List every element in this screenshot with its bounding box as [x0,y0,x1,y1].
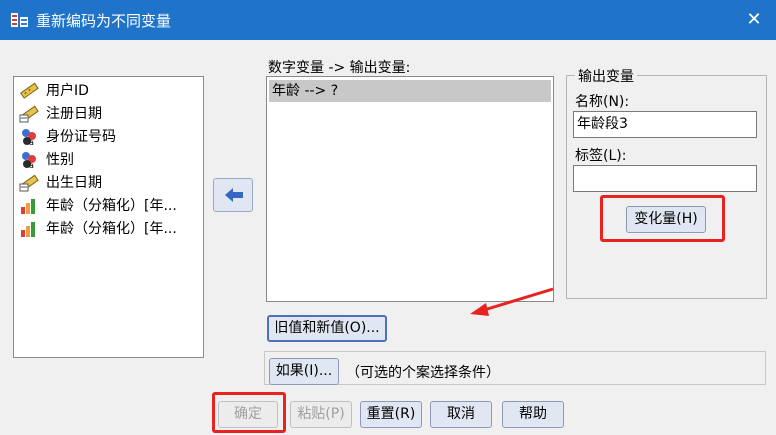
if-hint-text: （可选的个案选择条件） [346,365,500,381]
reset-button[interactable]: 重置(R) [360,401,422,428]
paste-button[interactable]: 粘贴(P) [290,401,352,428]
if-button[interactable]: 如果(I)... [269,358,339,385]
cancel-button[interactable]: 取消 [430,401,492,428]
help-button[interactable]: 帮助 [502,401,564,428]
if-condition-panel [264,351,766,385]
ok-button[interactable]: 确定 [218,401,278,428]
